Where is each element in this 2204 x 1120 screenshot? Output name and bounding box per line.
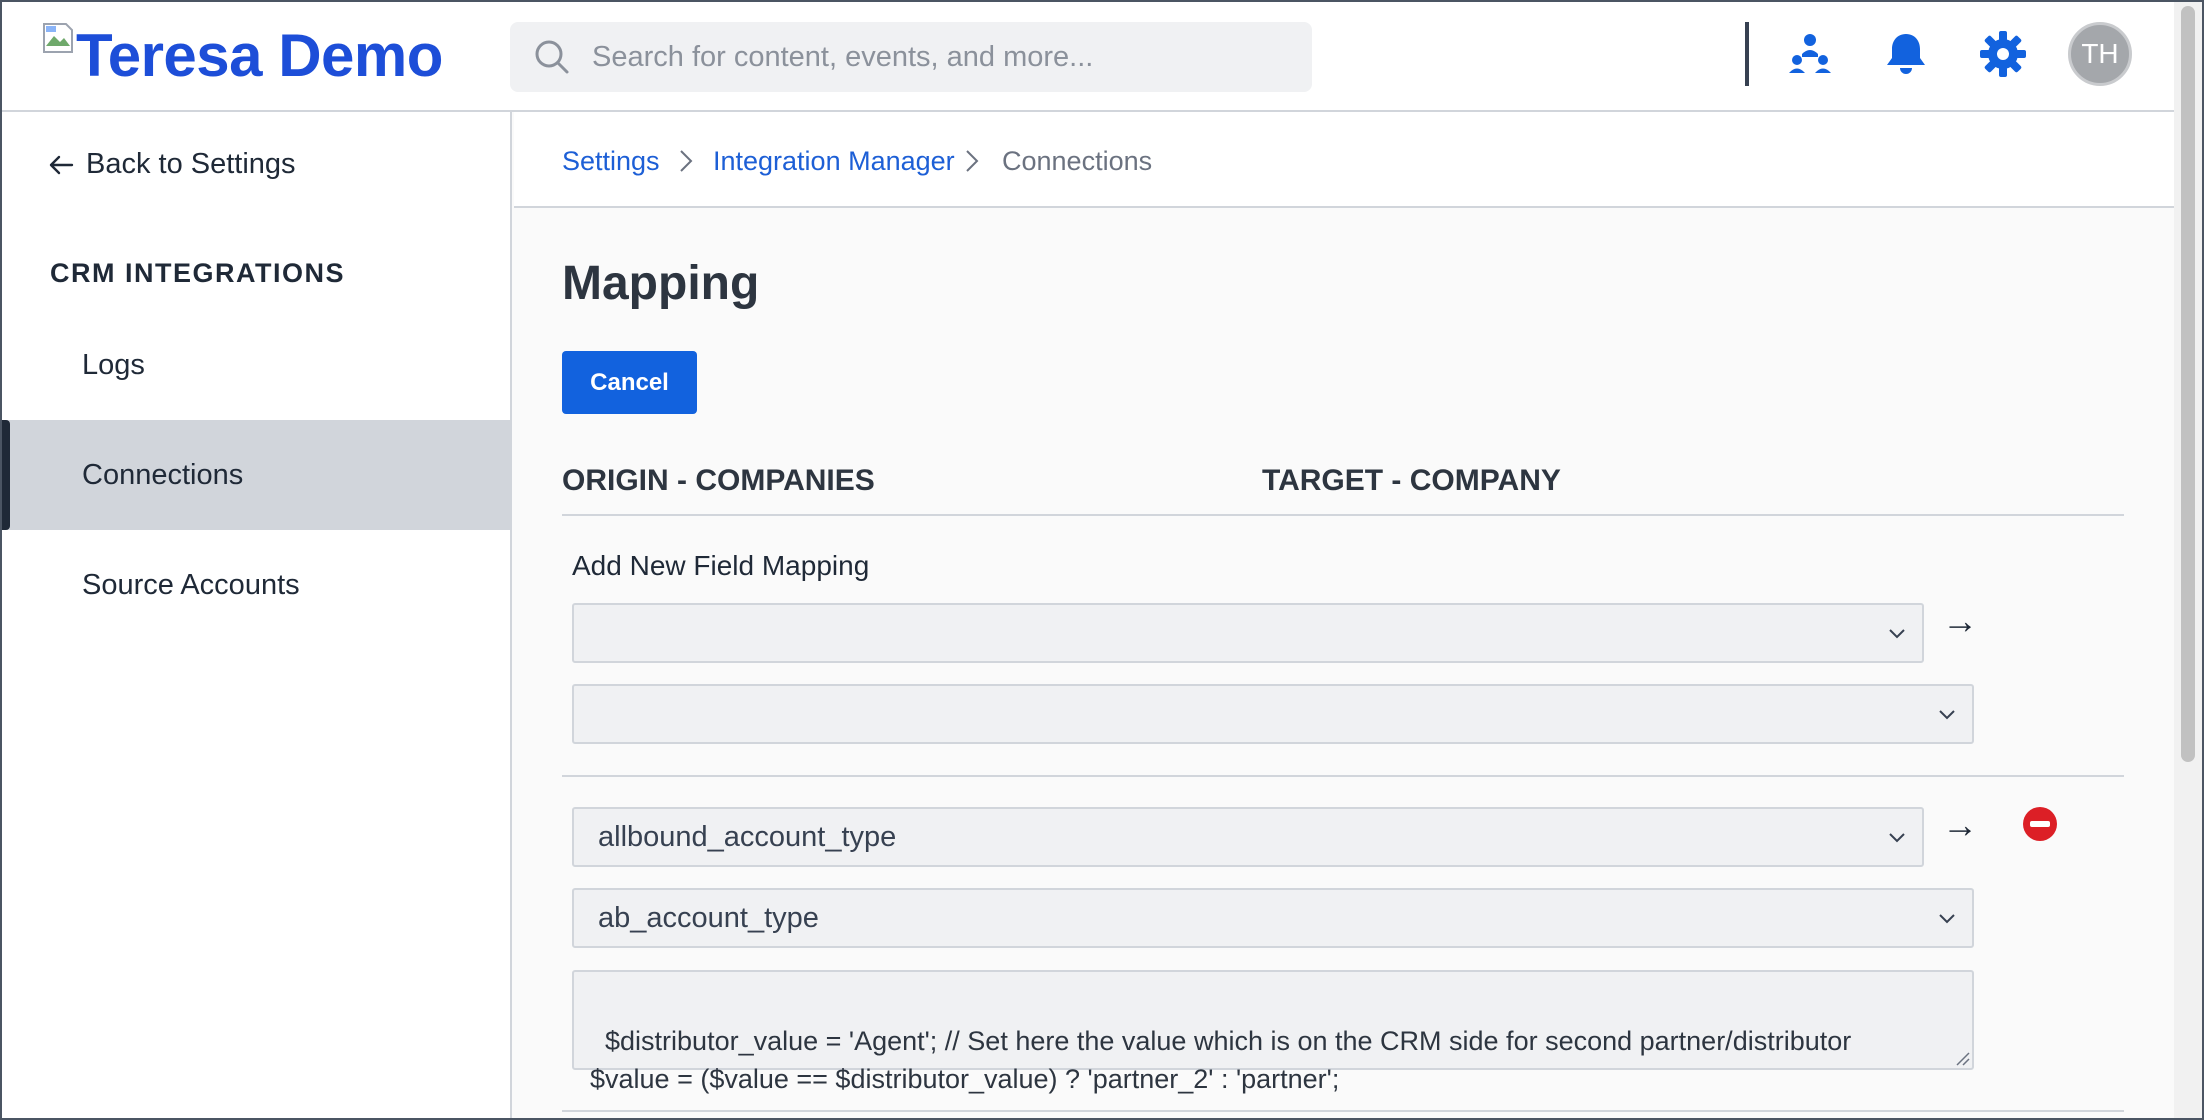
scrollbar-thumb[interactable] <box>2181 6 2195 762</box>
page-title: Mapping <box>562 257 760 310</box>
chevron-right-icon <box>680 150 693 172</box>
sidebar-item-label: Logs <box>82 348 145 381</box>
chevron-down-icon <box>1889 833 1905 843</box>
divider <box>562 775 2124 777</box>
remove-mapping-icon[interactable] <box>2022 806 2058 842</box>
back-to-settings-link[interactable]: Back to Settings <box>48 148 296 181</box>
origin-heading: ORIGIN - COMPANIES <box>562 464 875 497</box>
broken-image-icon <box>42 22 74 54</box>
breadcrumb-settings[interactable]: Settings <box>562 146 660 177</box>
sidebar-item-logs[interactable]: Logs <box>0 310 510 420</box>
search-icon <box>535 40 569 74</box>
arrow-right-icon: → <box>1942 600 1978 641</box>
sidebar-item-connections[interactable]: Connections <box>0 420 510 530</box>
chevron-down-icon <box>1939 914 1955 924</box>
mapping-script-textarea[interactable]: $distributor_value = 'Agent'; // Set her… <box>572 970 1974 1094</box>
chevron-down-icon <box>1889 629 1905 639</box>
section-title: CRM INTEGRATIONS <box>50 258 345 288</box>
chevron-down-icon <box>1939 710 1955 720</box>
brand-name: Teresa Demo <box>76 22 443 89</box>
breadcrumb-integration-manager[interactable]: Integration Manager <box>713 146 955 177</box>
search-input[interactable] <box>592 27 1272 87</box>
breadcrumb-connections: Connections <box>1002 146 1153 176</box>
target-field-select[interactable]: ab_account_type <box>572 888 1974 948</box>
org-chart-icon[interactable] <box>1784 28 1836 80</box>
arrow-left-icon <box>49 155 74 174</box>
add-mapping-label: Add New Field Mapping <box>572 550 870 581</box>
resize-handle-icon[interactable] <box>1954 1050 1970 1066</box>
gear-icon[interactable] <box>1977 28 2029 80</box>
divider <box>562 514 2124 516</box>
select-value: allbound_account_type <box>598 820 897 853</box>
sidebar-item-label: Source Accounts <box>82 568 300 601</box>
select-value: ab_account_type <box>598 901 819 934</box>
back-label: Back to Settings <box>86 148 296 180</box>
cancel-button[interactable]: Cancel <box>562 351 697 414</box>
origin-field-select[interactable]: allbound_account_type <box>572 807 1924 867</box>
sidebar-item-label: Connections <box>82 458 244 491</box>
bell-icon[interactable] <box>1880 28 1932 80</box>
brand-logo[interactable]: Teresa Demo <box>42 20 443 90</box>
divider <box>562 1110 2124 1112</box>
header-divider <box>1745 22 1749 86</box>
top-header: Teresa Demo Search for content, events, … <box>0 0 2174 112</box>
chevron-right-icon <box>966 150 979 172</box>
sidebar-item-source-accounts[interactable]: Source Accounts <box>0 530 510 640</box>
target-heading: TARGET - COMPANY <box>1262 464 1561 497</box>
avatar[interactable]: TH <box>2068 22 2132 86</box>
new-origin-select[interactable] <box>572 603 1924 663</box>
script-text: $distributor_value = 'Agent'; // Set her… <box>590 1026 1852 1094</box>
search-bar[interactable] <box>510 22 1312 92</box>
arrow-right-icon: → <box>1942 804 1978 845</box>
new-target-select[interactable] <box>572 684 1974 744</box>
